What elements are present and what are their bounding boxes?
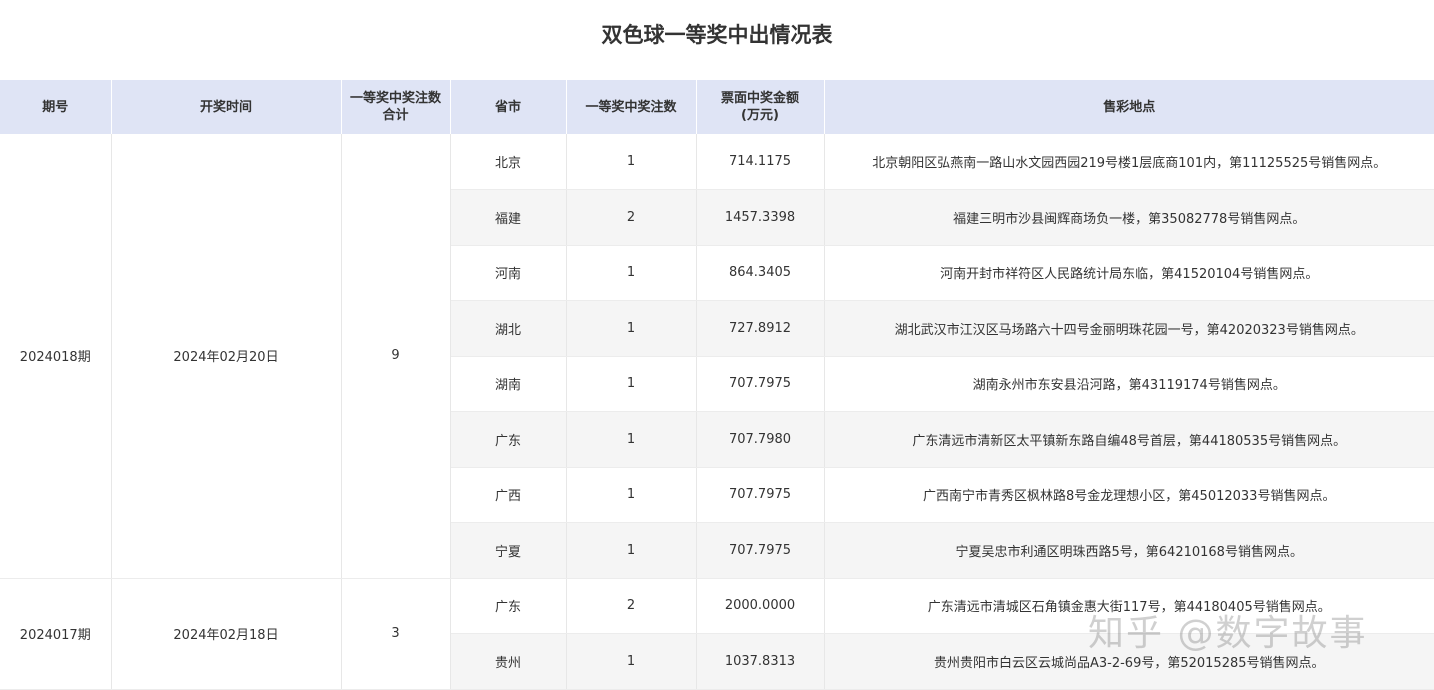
location-cell: 北京朝阳区弘燕南一路山水文园西园219号楼1层底商101内，第11125525号… [824,134,1434,190]
province-cell: 贵州 [450,633,567,690]
province-cell: 广东 [450,411,567,468]
header-total-count-line2: 合计 [382,108,409,123]
header-count: 一等奖中奖注数 [566,80,697,134]
province-cell: 广东 [450,578,567,634]
location-cell: 河南开封市祥符区人民路统计局东临，第41520104号销售网点。 [824,245,1434,301]
header-amount-line1: 票面中奖金额 [720,91,799,106]
location-cell: 湖南永州市东安县沿河路，第43119174号销售网点。 [824,356,1434,412]
count-cell: 1 [566,300,697,357]
count-cell: 1 [566,522,697,579]
location-cell: 广东清远市清新区太平镇新东路自编48号首层，第44180535号销售网点。 [824,411,1434,468]
table-row: 2024018期 2024年02月20日 9 北京 1 714.1175 北京朝… [0,134,1434,579]
draw-date-cell: 2024年02月18日 [111,578,342,690]
amount-cell: 707.7975 [696,522,825,579]
amount-cell: 1037.8313 [696,633,825,690]
province-cell: 宁夏 [450,522,567,579]
lottery-winners-table: 期号 开奖时间 一等奖中奖注数 合计 省市 一等奖中奖注数 票面中奖金额 (万元… [0,80,1434,690]
province-cell: 湖南 [450,356,567,412]
location-cell: 广东清远市清城区石角镇金惠大街117号，第44180405号销售网点。 [824,578,1434,634]
count-cell: 1 [566,467,697,523]
amount-cell: 727.8912 [696,300,825,357]
count-cell: 1 [566,411,697,468]
header-draw-date: 开奖时间 [111,80,342,134]
header-province: 省市 [450,80,567,134]
location-cell: 广西南宁市青秀区枫林路8号金龙理想小区，第45012033号销售网点。 [824,467,1434,523]
province-cell: 福建 [450,189,567,246]
count-cell: 1 [566,633,697,690]
period-cell: 2024017期 [0,578,112,690]
count-cell: 2 [566,578,697,634]
location-cell: 福建三明市沙县闽辉商场负一楼，第35082778号销售网点。 [824,189,1434,246]
count-cell: 1 [566,245,697,301]
amount-cell: 1457.3398 [696,189,825,246]
province-cell: 河南 [450,245,567,301]
total-count-cell: 9 [341,134,451,579]
header-amount-line2: (万元) [741,108,779,123]
province-cell: 湖北 [450,300,567,357]
table-body: 2024018期 2024年02月20日 9 北京 1 714.1175 北京朝… [0,134,1434,690]
page-title: 双色球一等奖中出情况表 [601,23,833,47]
header-amount: 票面中奖金额 (万元) [696,80,825,134]
table-header-row: 期号 开奖时间 一等奖中奖注数 合计 省市 一等奖中奖注数 票面中奖金额 (万元… [0,80,1434,134]
amount-cell: 707.7975 [696,356,825,412]
header-location: 售彩地点 [824,80,1434,134]
amount-cell: 2000.0000 [696,578,825,634]
count-cell: 1 [566,134,697,190]
count-cell: 2 [566,189,697,246]
province-cell: 广西 [450,467,567,523]
count-cell: 1 [566,356,697,412]
period-cell: 2024018期 [0,134,112,579]
table-row: 2024017期 2024年02月18日 3 广东 2 2000.0000 广东… [0,578,1434,690]
province-cell: 北京 [450,134,567,190]
location-cell: 贵州贵阳市白云区云城尚品A3-2-69号，第52015285号销售网点。 [824,633,1434,690]
header-total-count: 一等奖中奖注数 合计 [341,80,451,134]
amount-cell: 714.1175 [696,134,825,190]
draw-date-cell: 2024年02月20日 [111,134,342,579]
header-total-count-line1: 一等奖中奖注数 [349,91,441,106]
header-period: 期号 [0,80,112,134]
amount-cell: 707.7980 [696,411,825,468]
amount-cell: 864.3405 [696,245,825,301]
amount-cell: 707.7975 [696,467,825,523]
total-count-cell: 3 [341,578,451,690]
location-cell: 宁夏吴忠市利通区明珠西路5号，第64210168号销售网点。 [824,522,1434,579]
location-cell: 湖北武汉市江汉区马场路六十四号金丽明珠花园一号，第42020323号销售网点。 [824,300,1434,357]
